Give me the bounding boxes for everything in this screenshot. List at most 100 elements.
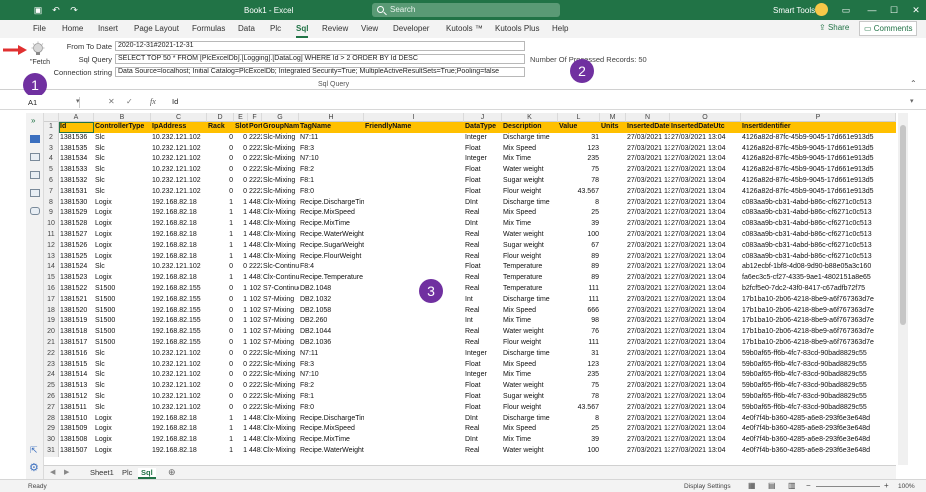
sql-query-field[interactable]: SELECT TOP 50 * FROM [PlcExcelDb].[Loggi… — [115, 54, 525, 64]
header-cell[interactable]: Rack — [207, 122, 234, 133]
cell[interactable]: S7-Mixing — [262, 327, 299, 338]
cell[interactable]: Logix — [94, 273, 151, 284]
column-header[interactable]: D — [207, 113, 234, 122]
cell[interactable]: DB2.1036 — [299, 338, 364, 349]
cell[interactable]: 4126a82d-87fc-45b9-9045-17d661e913d5 — [741, 154, 896, 165]
cell[interactable] — [364, 414, 464, 425]
cell[interactable]: Clx-Mixing — [262, 435, 299, 446]
row-number[interactable]: 17 — [44, 294, 59, 306]
cell[interactable]: Water weight — [502, 165, 558, 176]
display-settings[interactable]: Display Settings — [684, 483, 731, 490]
cell[interactable]: Recipe.FlourWeight — [299, 252, 364, 263]
cell[interactable]: 192.168.82.18 — [151, 446, 207, 457]
cell[interactable]: 1381515 — [59, 360, 94, 371]
cell[interactable]: Recipe.WaterWeight — [299, 446, 364, 457]
cell[interactable]: 0 — [207, 392, 234, 403]
cell[interactable]: Slc — [94, 262, 151, 273]
cell[interactable]: 192.168.82.18 — [151, 414, 207, 425]
cell[interactable]: 0 — [207, 295, 234, 306]
cell[interactable]: Logix — [94, 208, 151, 219]
cell[interactable]: c083aa9b-cb31-4abd-b86c-cf6271c0c513 — [741, 230, 896, 241]
cell[interactable]: 43.567 — [558, 187, 600, 198]
column-header[interactable]: J — [464, 113, 502, 122]
cell[interactable]: F8:2 — [299, 381, 364, 392]
cell[interactable]: Mix Speed — [502, 360, 558, 371]
cell[interactable] — [364, 424, 464, 435]
cell[interactable]: Slc — [94, 370, 151, 381]
cell[interactable]: 192.168.82.18 — [151, 252, 207, 263]
cell[interactable]: 39 — [558, 219, 600, 230]
cell[interactable]: 27/03/2021 13:04 — [670, 165, 741, 176]
pane-open-icon[interactable]: ⇱ — [30, 445, 38, 456]
cell[interactable]: Mix Speed — [502, 208, 558, 219]
row-number[interactable]: 22 — [44, 348, 59, 360]
cell[interactable]: 1 — [207, 252, 234, 263]
cell[interactable]: S7-Mixing — [262, 338, 299, 349]
column-header[interactable]: C — [151, 113, 207, 122]
cell[interactable]: 0 — [234, 262, 248, 273]
header-cell[interactable]: InsertedDateUtc — [670, 122, 741, 133]
cell[interactable]: Logix — [94, 414, 151, 425]
cell[interactable]: c083aa9b-cb31-4abd-b86c-cf6271c0c513 — [741, 219, 896, 230]
row-number[interactable]: 21 — [44, 338, 59, 349]
cell[interactable]: S7-Mixing — [262, 295, 299, 306]
cell[interactable]: 666 — [558, 306, 600, 317]
cell[interactable]: S1500 — [94, 338, 151, 349]
header-cell[interactable]: ControllerType — [94, 122, 151, 133]
cell[interactable]: DInt — [464, 435, 502, 446]
cell[interactable]: 235 — [558, 370, 600, 381]
cell[interactable]: 1 — [234, 284, 248, 295]
cell[interactable]: 1 — [234, 198, 248, 209]
cell[interactable]: Logix — [94, 230, 151, 241]
cell[interactable]: 27/03/2021 13:04 — [670, 252, 741, 263]
cell[interactable] — [364, 154, 464, 165]
cell[interactable]: 27/03/2021 13:04 — [670, 262, 741, 273]
cell[interactable]: 1381527 — [59, 230, 94, 241]
cell[interactable]: Temperature — [502, 273, 558, 284]
cell[interactable]: Recipe.SugarWeight — [299, 241, 364, 252]
cell[interactable]: 192.168.82.18 — [151, 208, 207, 219]
cell[interactable]: c083aa9b-cb31-4abd-b86c-cf6271c0c513 — [741, 241, 896, 252]
header-cell[interactable]: TagName — [299, 122, 364, 133]
cell[interactable]: 1 — [234, 241, 248, 252]
cell[interactable]: 27/03/2021 13:04 — [670, 241, 741, 252]
header-cell[interactable]: Id — [59, 122, 94, 133]
cell[interactable]: 4e0f7f4b-b360-4285-a6e8-293f6e3e648d — [741, 435, 896, 446]
cell[interactable]: 2222 — [248, 176, 262, 187]
cell[interactable]: 0 — [207, 284, 234, 295]
cell[interactable]: 1 — [207, 208, 234, 219]
cell[interactable]: 1 — [234, 327, 248, 338]
cell[interactable]: 1381533 — [59, 165, 94, 176]
user-name[interactable]: Smart Tools — [773, 6, 815, 15]
cell[interactable]: 102 — [248, 284, 262, 295]
cell[interactable]: 27/03/2021 13:04 — [670, 306, 741, 317]
cell[interactable]: 10.232.121.102 — [151, 403, 207, 414]
cell[interactable]: 0 — [207, 381, 234, 392]
tab-kutools[interactable]: Kutools ™ — [446, 24, 483, 33]
cell[interactable]: 59b0af65-ff6b-4fc7-83cd-90bad8829c55 — [741, 360, 896, 371]
cell[interactable]: 1 — [207, 230, 234, 241]
cell[interactable]: 59b0af65-ff6b-4fc7-83cd-90bad8829c55 — [741, 349, 896, 360]
row-number[interactable]: 14 — [44, 262, 59, 274]
cell[interactable]: 0 — [234, 154, 248, 165]
zoom-slider[interactable] — [816, 486, 880, 487]
cell[interactable]: 1381510 — [59, 414, 94, 425]
cell[interactable]: 27/03/2021 13:04 — [626, 198, 670, 209]
row-number[interactable]: 13 — [44, 251, 59, 263]
cell[interactable]: Recipe.MixSpeed — [299, 424, 364, 435]
cell[interactable]: Integer — [464, 370, 502, 381]
cell[interactable]: Slc — [94, 176, 151, 187]
scrollbar-thumb[interactable] — [900, 125, 906, 325]
column-header[interactable]: G — [262, 113, 299, 122]
cell[interactable]: Real — [464, 338, 502, 349]
cell[interactable]: 44818 — [248, 241, 262, 252]
cell[interactable]: 27/03/2021 13:04 — [626, 338, 670, 349]
cell[interactable]: Discharge time — [502, 349, 558, 360]
cell[interactable]: 1 — [207, 241, 234, 252]
cell[interactable]: Real — [464, 273, 502, 284]
cell[interactable]: 27/03/2021 13:04 — [626, 414, 670, 425]
cell[interactable]: Float — [464, 381, 502, 392]
cell[interactable]: 0 — [234, 144, 248, 155]
avatar[interactable] — [815, 3, 828, 16]
cell[interactable]: 27/03/2021 13:04 — [670, 176, 741, 187]
